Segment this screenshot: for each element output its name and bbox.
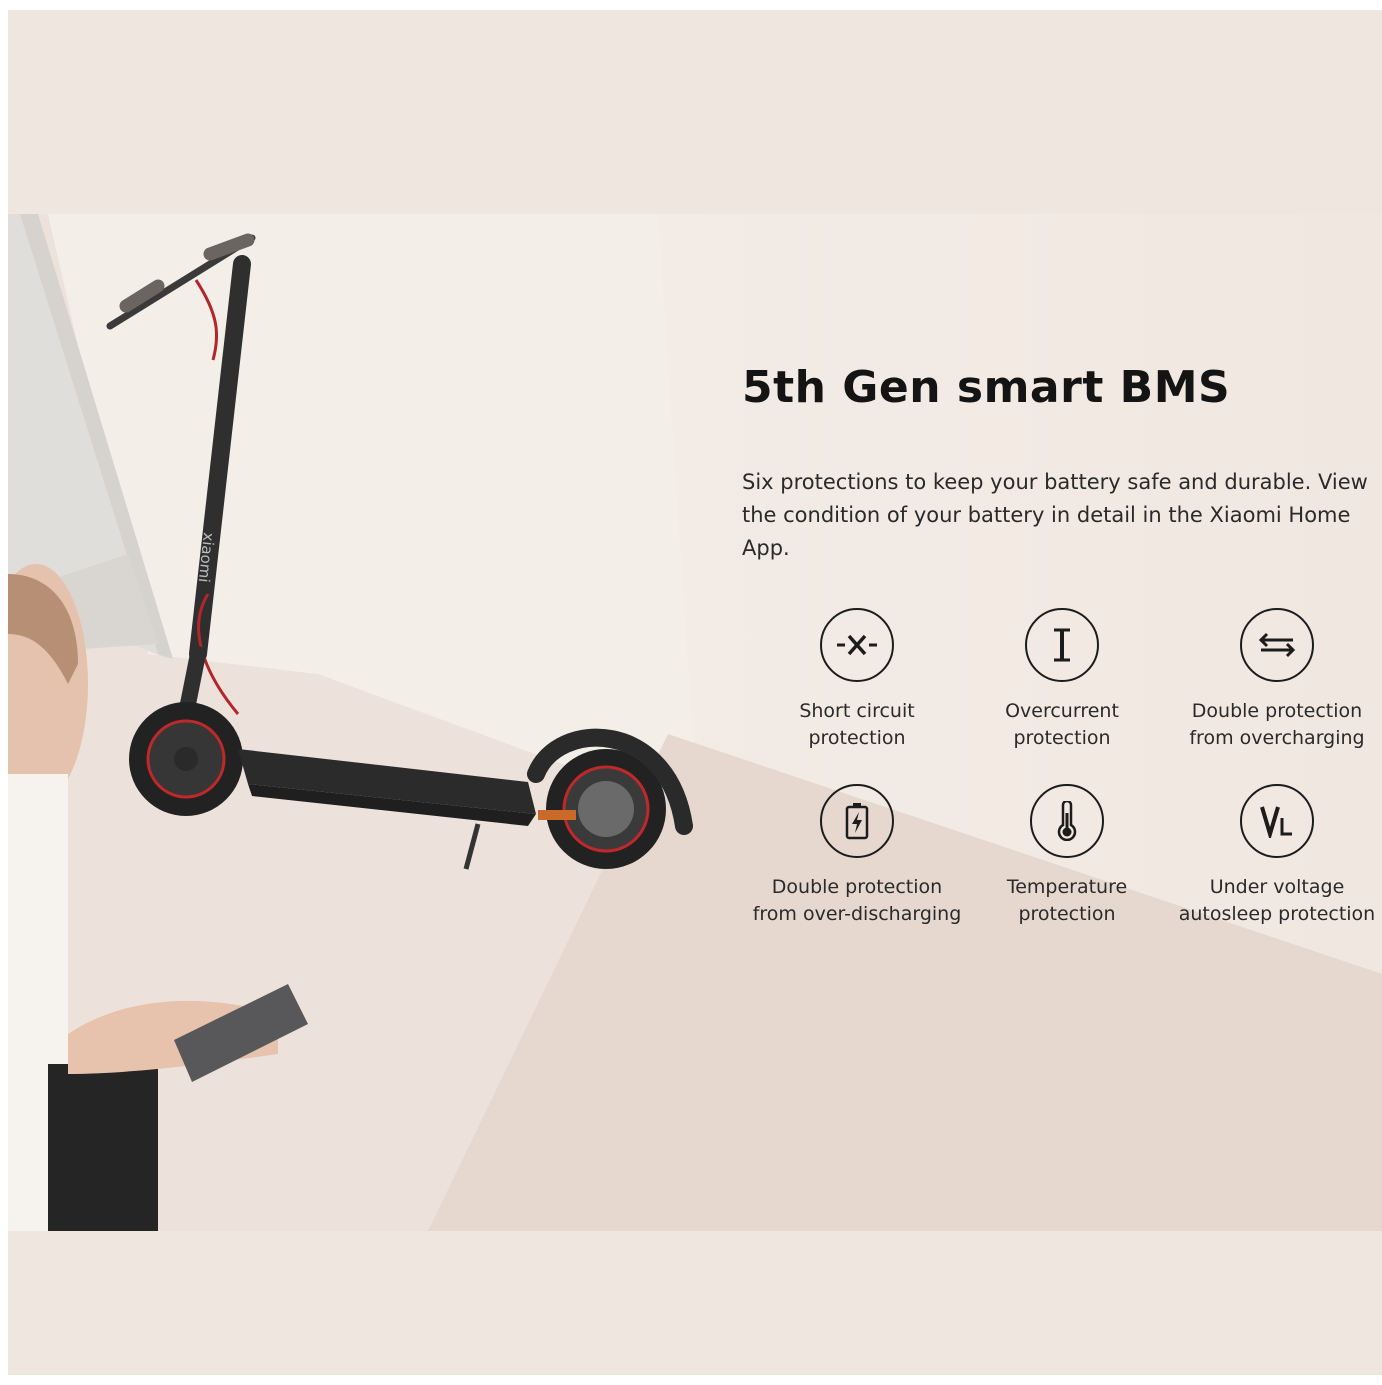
feature-temperature: Temperature protection (952, 784, 1182, 928)
feature-label: Overcurrent protection (1005, 700, 1119, 749)
overcurrent-icon (1025, 608, 1099, 682)
thermometer-icon (1030, 784, 1104, 858)
feature-under-voltage: Under voltage autosleep protection (1162, 784, 1382, 928)
bottom-margin (8, 1231, 1382, 1375)
feature-label: Under voltage autosleep protection (1178, 876, 1376, 925)
top-margin (8, 10, 1382, 214)
battery-discharge-icon (820, 784, 894, 858)
overcharging-icon (1240, 608, 1314, 682)
page-title: 5th Gen smart BMS (742, 362, 1231, 413)
feature-label: Double protection from over-discharging (752, 876, 962, 925)
feature-over-discharging: Double protection from over-discharging (742, 784, 972, 928)
voltage-icon (1240, 784, 1314, 858)
feature-label: Double protection from overcharging (1189, 700, 1365, 749)
feature-short-circuit: Short circuit protection (742, 608, 972, 752)
feature-overcurrent: Overcurrent protection (947, 608, 1177, 752)
feature-label: Temperature protection (1006, 876, 1128, 925)
description: Six protections to keep your battery saf… (742, 470, 1368, 560)
feature-overcharging: Double protection from overcharging (1162, 608, 1382, 752)
feature-label: Short circuit protection (799, 700, 915, 749)
short-circuit-icon (820, 608, 894, 682)
